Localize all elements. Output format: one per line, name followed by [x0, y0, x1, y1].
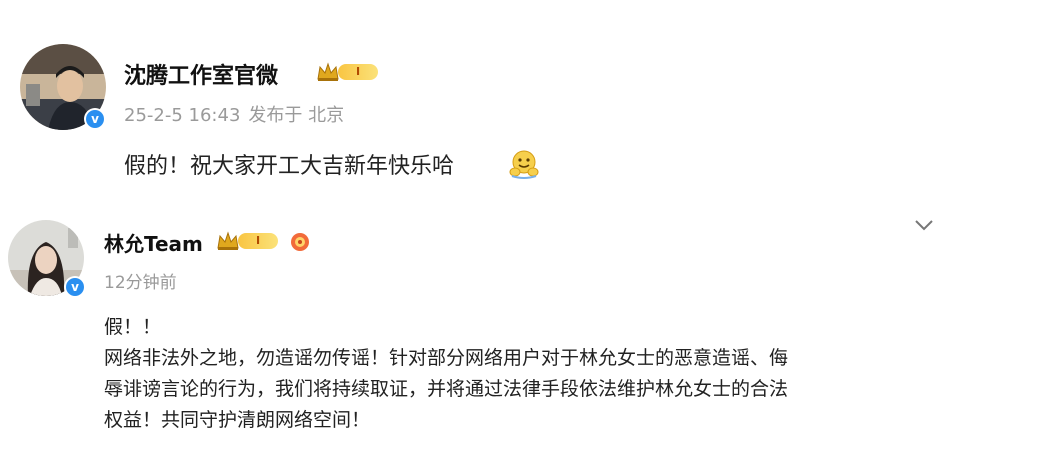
author-avatar[interactable]: v	[8, 220, 86, 298]
weibo-post-1: v 沈腾工作室官微 I 25-2-5 16:43 发布于 北京 假的！祝大家开工大…	[0, 0, 1060, 200]
post-content: 假的！祝大家开工大吉新年快乐哈	[124, 148, 454, 180]
post-content: 假！！ 网络非法外之地，勿造谣勿传谣！针对部分网络用户对于林允女士的恶意造谣、侮…	[104, 312, 788, 436]
author-name[interactable]: 林允Team	[104, 228, 203, 257]
author-name[interactable]: 沈腾工作室官微	[124, 58, 278, 90]
post-line: 权益！共同守护清朗网络空间！	[104, 409, 371, 431]
fan-badge-icon[interactable]	[290, 232, 310, 252]
verified-badge-icon: v	[64, 276, 86, 298]
chevron-down-icon[interactable]	[912, 217, 936, 233]
verified-badge-icon: v	[84, 108, 106, 130]
post-timestamp: 25-2-5 16:43	[124, 105, 241, 126]
post-line: 网络非法外之地，勿造谣勿传谣！针对部分网络用户对于林允女士的恶意造谣、侮	[104, 347, 789, 369]
hug-emoji-icon	[509, 150, 539, 179]
vip-level: I	[338, 64, 378, 80]
weibo-post-2: v 林允Team I 12分钟前 假！！ 网络非法外之地，勿造谣勿传谣！针对部分…	[0, 205, 1060, 462]
vip-badge[interactable]: I	[216, 230, 278, 252]
post-meta: 25-2-5 16:43 发布于 北京	[124, 101, 352, 127]
crown-icon	[317, 62, 339, 81]
post-line: 假！！	[104, 316, 162, 338]
post-line: 辱诽谤言论的行为，我们将持续取证，并将通过法律手段依法维护林允女士的合法	[104, 378, 789, 400]
post-timestamp: 12分钟前	[104, 273, 177, 293]
post-location: 发布于 北京	[248, 105, 345, 126]
post-text: 假的！祝大家开工大吉新年快乐哈	[124, 154, 455, 179]
crown-icon	[217, 231, 239, 250]
vip-badge[interactable]: I	[316, 61, 378, 83]
vip-level: I	[238, 233, 278, 249]
author-avatar[interactable]: v	[20, 44, 106, 130]
